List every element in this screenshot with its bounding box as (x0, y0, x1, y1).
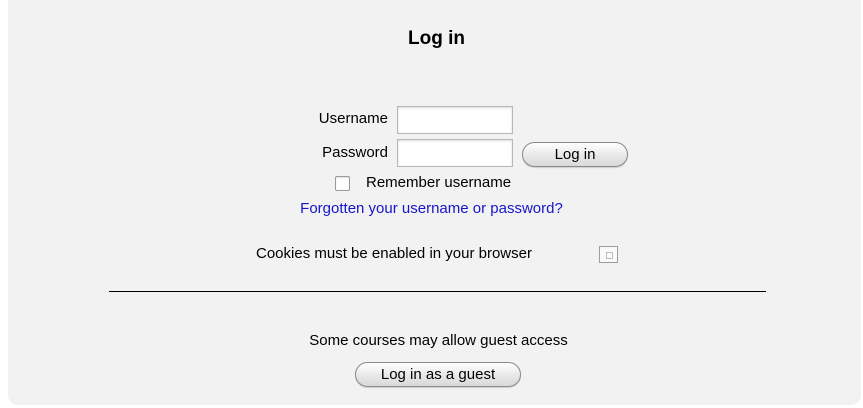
cookies-notice: Cookies must be enabled in your browser (256, 245, 532, 262)
divider (109, 291, 766, 292)
forgot-password-link[interactable]: Forgotten your username or password? (0, 200, 863, 217)
remember-username-checkbox[interactable] (335, 176, 350, 191)
page-title: Log in (408, 28, 465, 49)
login-button[interactable]: Log in (522, 142, 628, 167)
password-label: Password (322, 144, 388, 161)
remember-username-label: Remember username (366, 174, 512, 191)
guest-login-button[interactable]: Log in as a guest (355, 362, 521, 387)
help-icon[interactable] (599, 246, 618, 263)
guest-access-text: Some courses may allow guest access (309, 332, 568, 349)
username-input[interactable] (397, 106, 513, 134)
password-input[interactable] (397, 139, 513, 167)
username-label: Username (318, 110, 388, 127)
